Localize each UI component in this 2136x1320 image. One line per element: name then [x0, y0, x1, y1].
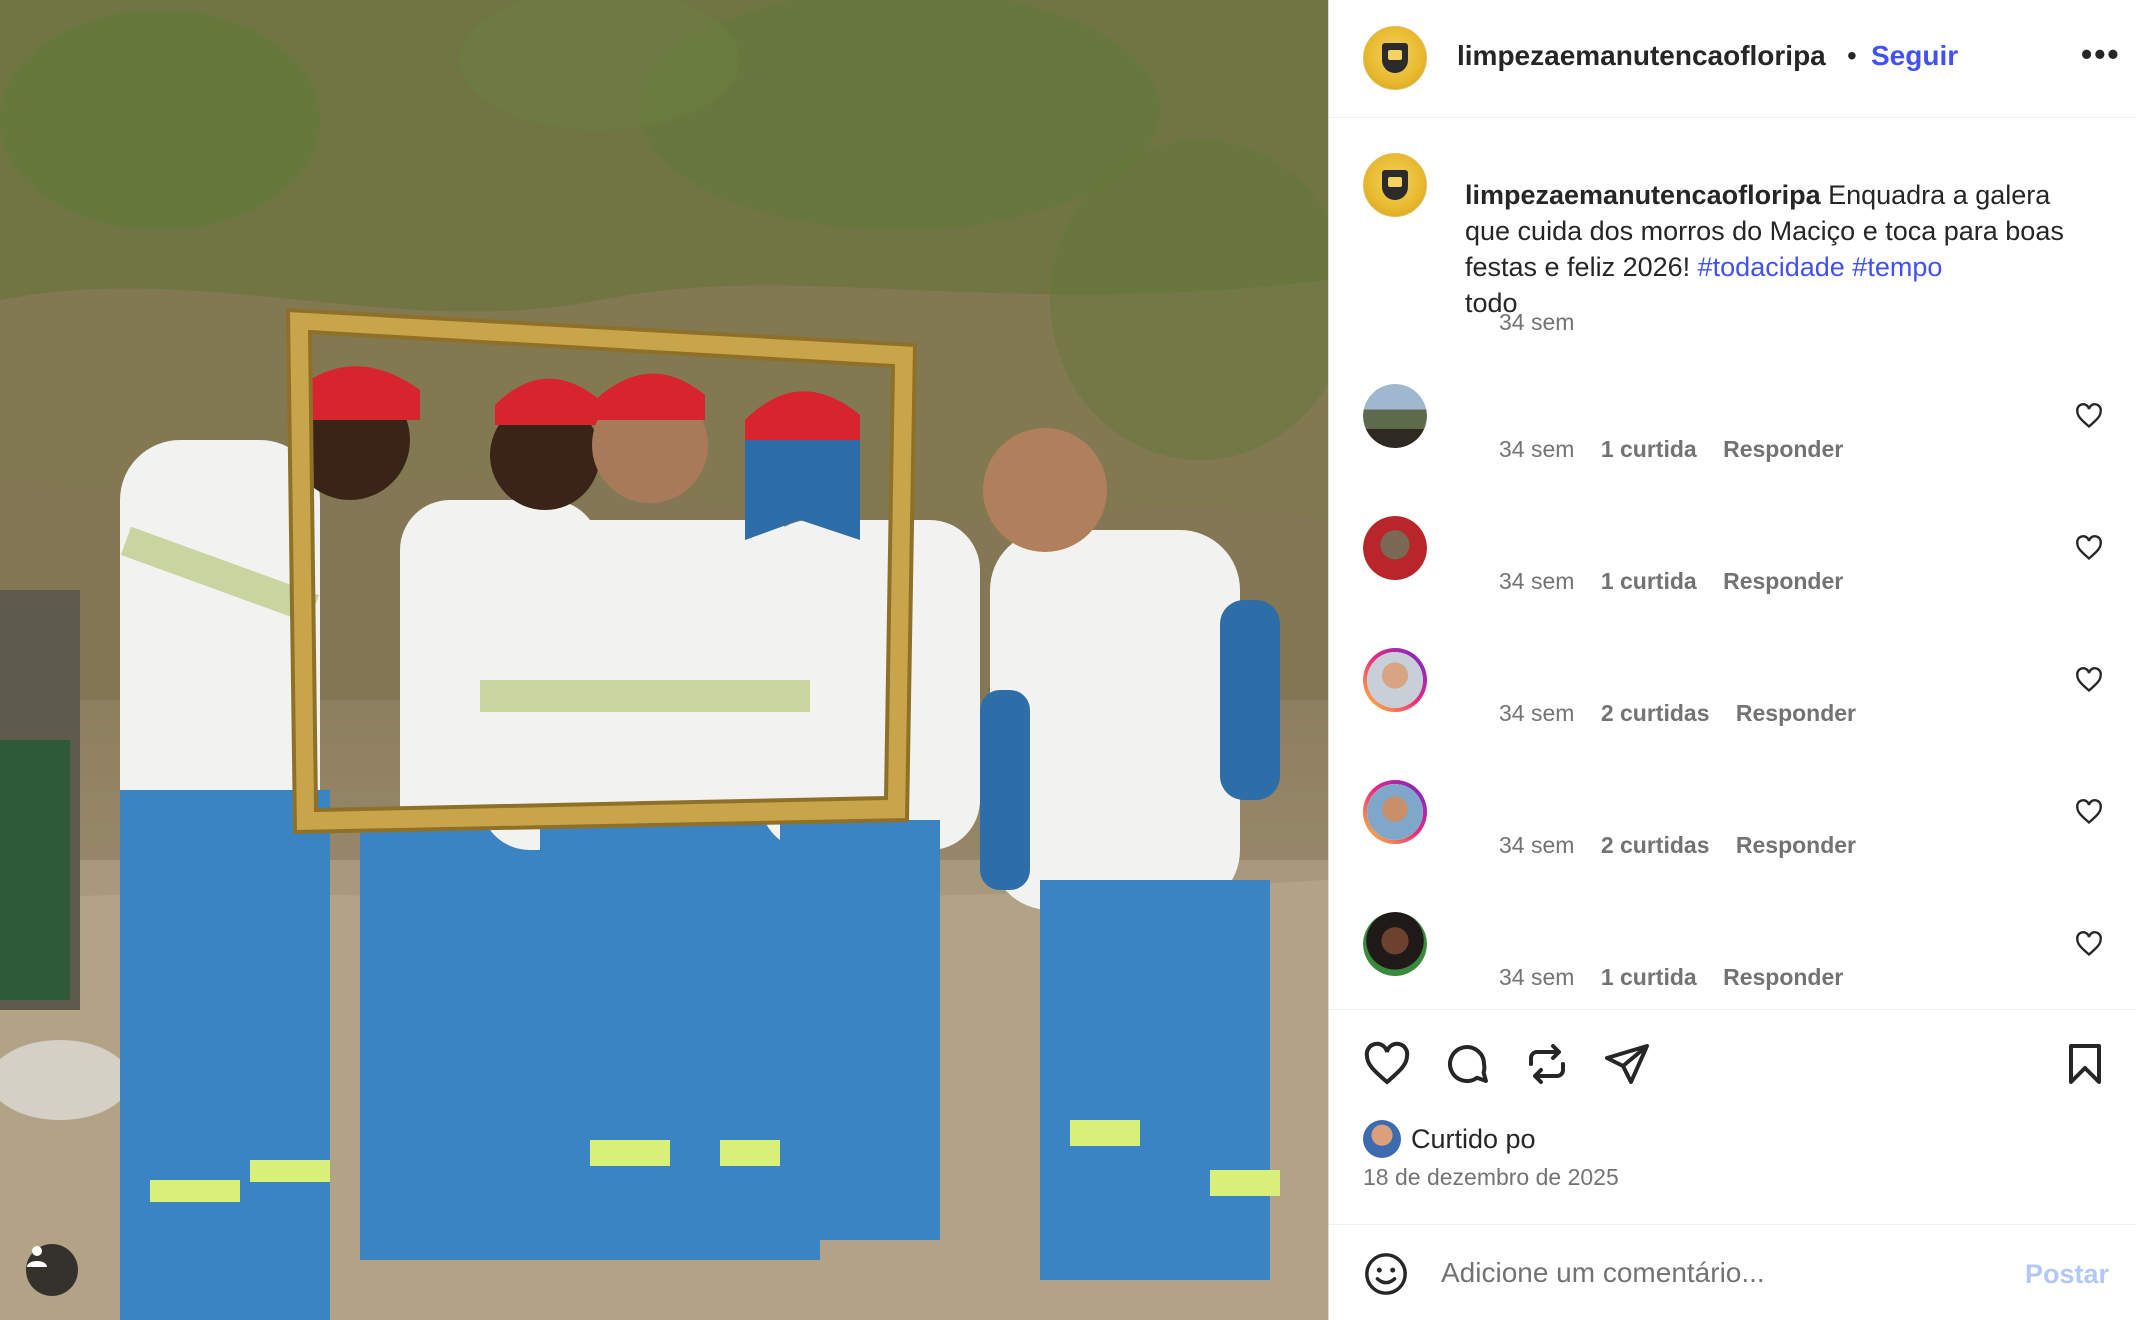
like-comment-heart-icon[interactable]: [2075, 666, 2103, 694]
follow-button[interactable]: Seguir: [1871, 40, 1958, 72]
emoji-icon[interactable]: [1363, 1251, 1409, 1297]
repost-icon[interactable]: [1523, 1040, 1571, 1088]
comment-meta: 34 sem 1 curtida Responder: [1499, 964, 1863, 991]
comment-item: 34 sem 2 curtidas Responder: [1363, 780, 2103, 870]
comment-time[interactable]: 34 sem: [1499, 832, 1574, 858]
comments-section[interactable]: limpezaemanutencaofloripa Enquadra a gal…: [1329, 119, 2136, 1009]
tagged-users-button[interactable]: [26, 1244, 78, 1296]
comment-likes[interactable]: 1 curtida: [1601, 964, 1697, 990]
add-comment-bar: Postar: [1329, 1224, 2136, 1320]
comment-likes[interactable]: 1 curtida: [1601, 568, 1697, 594]
comment-icon[interactable]: [1443, 1040, 1491, 1088]
caption-username[interactable]: limpezaemanutencaofloripa: [1465, 180, 1821, 210]
comment-item: 34 sem 2 curtidas Responder: [1363, 648, 2103, 738]
post-date[interactable]: 18 de dezembro de 2025: [1363, 1164, 1619, 1191]
comment-time[interactable]: 34 sem: [1499, 568, 1574, 594]
comment-time[interactable]: 34 sem: [1499, 436, 1574, 462]
reply-button[interactable]: Responder: [1723, 964, 1843, 990]
post-actions: Curtido po 18 de dezembro de 2025: [1329, 1009, 2136, 1223]
commenter-avatar[interactable]: [1363, 384, 1427, 448]
comment-likes[interactable]: 2 curtidas: [1601, 700, 1710, 726]
comment-time[interactable]: 34 sem: [1499, 964, 1574, 990]
comment-meta: 34 sem 2 curtidas Responder: [1499, 700, 1876, 727]
commenter-avatar-story-ring[interactable]: [1363, 648, 1427, 712]
comment-time[interactable]: 34 sem: [1499, 700, 1574, 726]
profile-username[interactable]: limpezaemanutencaofloripa: [1457, 40, 1826, 72]
comment-meta: 34 sem 1 curtida Responder: [1499, 568, 1863, 595]
heart-icon[interactable]: [1363, 1040, 1411, 1088]
reply-button[interactable]: Responder: [1736, 700, 1856, 726]
post-comment-button[interactable]: Postar: [2025, 1259, 2109, 1290]
post-header: limpezaemanutencaofloripa • Seguir •••: [1329, 0, 2136, 118]
profile-avatar[interactable]: [1363, 26, 1427, 90]
send-icon[interactable]: [1603, 1040, 1651, 1088]
photo-scene: [0, 0, 1328, 1320]
like-comment-heart-icon[interactable]: [2075, 798, 2103, 826]
reply-button[interactable]: Responder: [1736, 832, 1856, 858]
comment-likes[interactable]: 2 curtidas: [1601, 832, 1710, 858]
comment-input[interactable]: [1441, 1247, 1981, 1299]
caption-time[interactable]: 34 sem: [1499, 309, 1574, 336]
caption-text: limpezaemanutencaofloripa Enquadra a gal…: [1465, 177, 2085, 321]
hashtag-link[interactable]: #tempo: [1852, 252, 1942, 282]
shield-icon: [1382, 170, 1408, 200]
comment-likes[interactable]: 1 curtida: [1601, 436, 1697, 462]
liker-avatar[interactable]: [1363, 1120, 1401, 1158]
commenter-avatar[interactable]: [1363, 516, 1427, 580]
post-photo[interactable]: [0, 0, 1328, 1320]
commenter-avatar-story-ring[interactable]: [1363, 780, 1427, 844]
post-side-panel: limpezaemanutencaofloripa • Seguir ••• l…: [1328, 0, 2136, 1320]
like-comment-heart-icon[interactable]: [2075, 930, 2103, 958]
bookmark-icon[interactable]: [2061, 1040, 2109, 1088]
reply-button[interactable]: Responder: [1723, 568, 1843, 594]
person-icon: [27, 1246, 47, 1267]
separator-dot: •: [1847, 40, 1857, 71]
shield-icon: [1382, 43, 1408, 73]
comment-item: 34 sem 1 curtida Responder: [1363, 912, 2103, 1002]
liked-by[interactable]: Curtido po: [1363, 1120, 1536, 1158]
comment-item: 34 sem 1 curtida Responder: [1363, 516, 2103, 606]
caption-avatar[interactable]: [1363, 153, 1427, 217]
hashtag-link[interactable]: #todacidade: [1698, 252, 1845, 282]
liked-by-text[interactable]: Curtido po: [1411, 1124, 1536, 1155]
comment-meta: 34 sem 1 curtida Responder: [1499, 436, 1863, 463]
more-options-icon[interactable]: •••: [2081, 38, 2121, 70]
comment-item: 34 sem 1 curtida Responder: [1363, 384, 2103, 474]
like-comment-heart-icon[interactable]: [2075, 402, 2103, 430]
commenter-avatar[interactable]: [1363, 912, 1427, 976]
like-comment-heart-icon[interactable]: [2075, 534, 2103, 562]
comment-meta: 34 sem 2 curtidas Responder: [1499, 832, 1876, 859]
reply-button[interactable]: Responder: [1723, 436, 1843, 462]
